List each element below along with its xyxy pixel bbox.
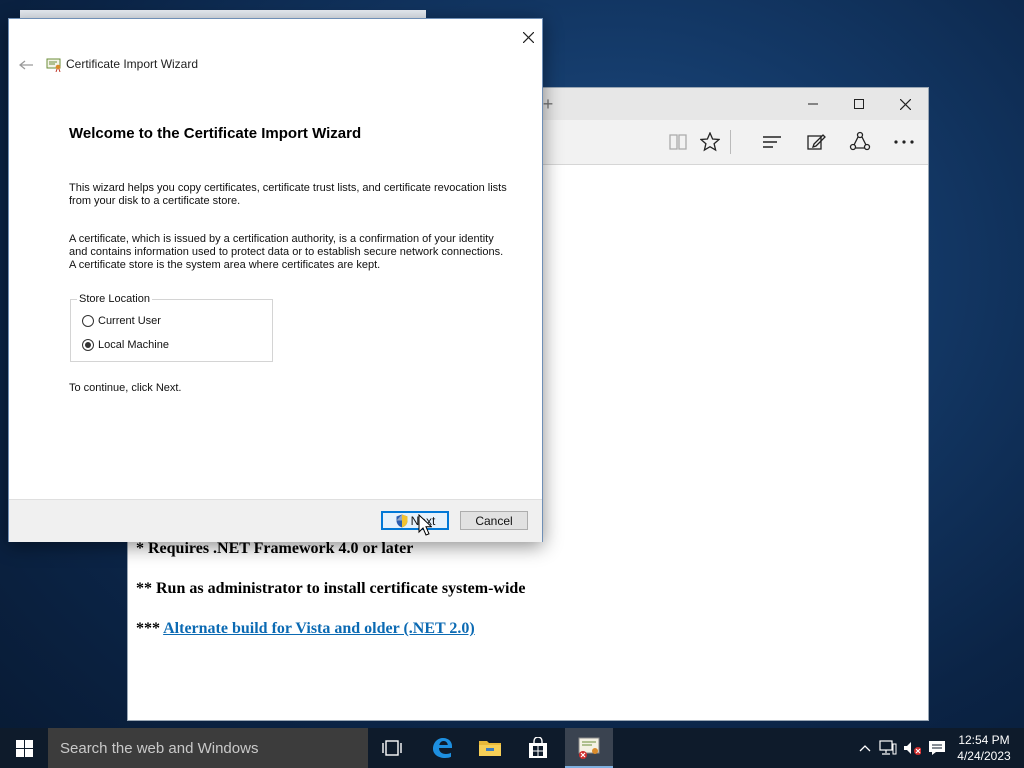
action-center-icon <box>929 741 945 755</box>
admin-note: ** Run as administrator to install certi… <box>136 580 526 597</box>
reading-view-button[interactable] <box>664 128 692 156</box>
minimize-icon <box>808 103 818 105</box>
continue-instruction: To continue, click Next. <box>69 382 182 394</box>
radio-label-current-user: Current User <box>98 315 161 327</box>
cancel-button[interactable]: Cancel <box>460 511 528 530</box>
alternate-build-note: *** Alternate build for Vista and older … <box>136 620 475 638</box>
close-icon <box>522 31 534 43</box>
network-status-button[interactable] <box>879 738 897 758</box>
favorite-star-icon <box>700 132 720 152</box>
wizard-back-button[interactable] <box>14 55 38 75</box>
next-button-label: Next <box>410 513 436 528</box>
taskbar-edge-button[interactable] <box>418 728 466 768</box>
volume-muted-icon <box>904 742 921 755</box>
task-view-button[interactable] <box>368 728 416 768</box>
requirement-note: * Requires .NET Framework 4.0 or later <box>136 540 414 557</box>
windows-start-icon <box>15 739 33 757</box>
wizard-heading: Welcome to the Certificate Import Wizard <box>69 125 362 142</box>
wizard-footer: Next Cancel <box>9 499 542 542</box>
close-icon <box>899 98 911 110</box>
toolbar-separator <box>730 130 731 154</box>
minimize-button[interactable] <box>790 88 836 120</box>
radio-local-machine[interactable]: Local Machine <box>82 337 169 353</box>
action-center-button[interactable] <box>928 738 946 758</box>
next-button[interactable]: Next <box>381 511 449 530</box>
back-arrow-icon <box>19 60 33 70</box>
task-view-icon <box>382 740 402 756</box>
store-location-label: Store Location <box>77 293 152 305</box>
more-icon <box>894 140 914 144</box>
certificate-import-wizard-dialog: Certificate Import Wizard Welcome to the… <box>8 18 543 542</box>
reading-view-icon <box>669 134 687 150</box>
taskbar-store-button[interactable] <box>514 728 562 768</box>
hub-icon <box>763 136 781 148</box>
wizard-description-text: A certificate, which is issued by a cert… <box>69 233 504 271</box>
network-icon <box>879 740 897 755</box>
wizard-title: Certificate Import Wizard <box>66 57 199 71</box>
radio-current-user[interactable]: Current User <box>82 313 161 329</box>
start-button[interactable] <box>0 728 48 768</box>
store-location-group: Store Location Current User Local Machin… <box>70 293 273 362</box>
taskbar-search-box[interactable]: Search the web and Windows <box>48 728 368 768</box>
taskbar-clock[interactable]: 12:54 PM 4/24/2023 <box>952 732 1016 764</box>
wizard-intro-text: This wizard helps you copy certificates,… <box>69 182 507 207</box>
background-window-edge <box>20 10 426 18</box>
more-button[interactable] <box>890 128 918 156</box>
certificate-icon <box>46 58 61 72</box>
share-button[interactable] <box>846 128 874 156</box>
web-note-icon <box>807 134 826 150</box>
alternate-build-prefix: *** <box>136 620 160 637</box>
search-placeholder: Search the web and Windows <box>60 739 259 757</box>
uac-shield-icon <box>396 514 408 527</box>
hub-button[interactable] <box>758 128 786 156</box>
volume-button[interactable] <box>903 738 921 758</box>
web-note-button[interactable] <box>802 128 830 156</box>
store-icon <box>529 737 547 758</box>
wizard-close-button[interactable] <box>514 23 542 51</box>
radio-button[interactable] <box>82 315 94 327</box>
maximize-icon <box>854 99 864 109</box>
maximize-button[interactable] <box>836 88 882 120</box>
show-hidden-icons-button[interactable] <box>856 738 874 758</box>
chevron-up-icon <box>859 745 871 752</box>
alternate-build-link[interactable]: Alternate build for Vista and older (.NE… <box>163 620 475 637</box>
clock-date: 4/24/2023 <box>957 749 1011 763</box>
close-button[interactable] <box>882 88 928 120</box>
taskbar: Search the web and Windows 12:54 PM 4/24… <box>0 728 1024 768</box>
certificate-app-icon <box>578 737 600 759</box>
taskbar-file-explorer-button[interactable] <box>466 728 514 768</box>
radio-label-local-machine: Local Machine <box>98 339 169 351</box>
favorites-button[interactable] <box>696 128 724 156</box>
clock-time: 12:54 PM <box>958 733 1010 747</box>
cancel-button-label: Cancel <box>475 513 513 528</box>
file-explorer-icon <box>479 741 501 756</box>
radio-button-selected[interactable] <box>82 339 94 351</box>
share-icon <box>849 131 871 151</box>
taskbar-certificate-app-button[interactable] <box>565 728 613 768</box>
edge-icon <box>433 738 452 758</box>
